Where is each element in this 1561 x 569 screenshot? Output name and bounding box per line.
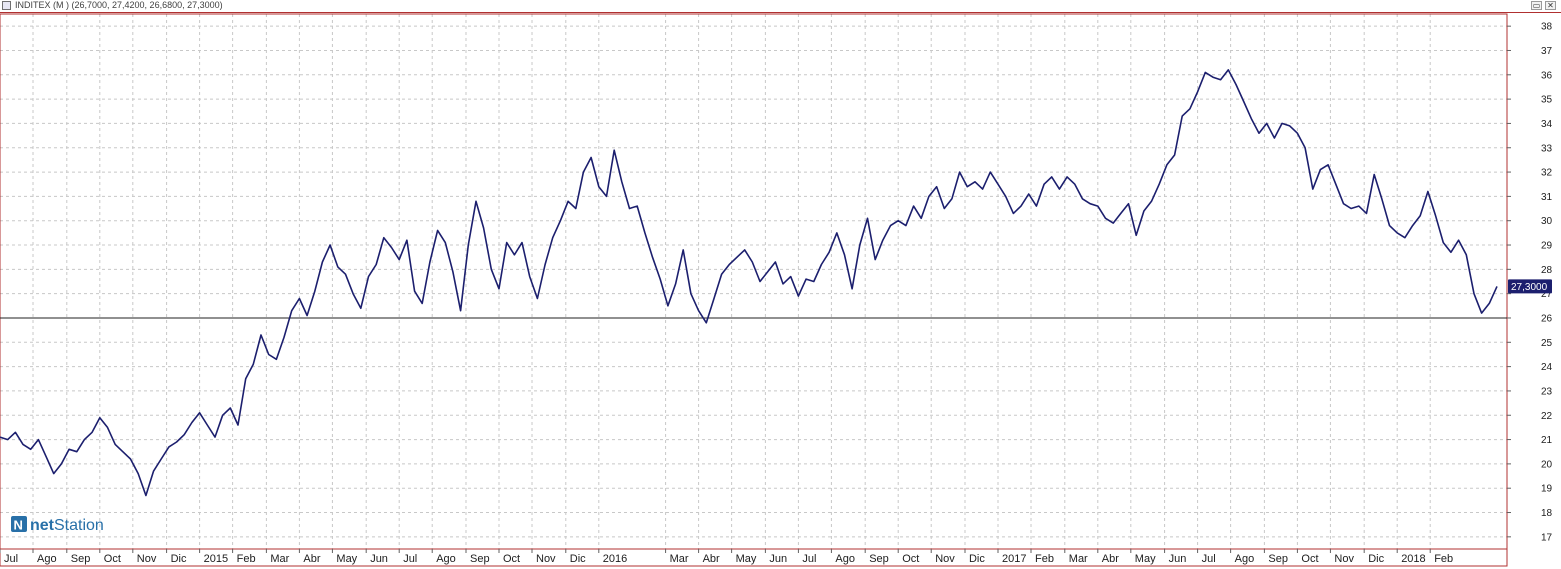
x-tick-label: May [736, 553, 757, 565]
x-tick-label: Jul [802, 553, 816, 565]
y-tick-label: 17 [1541, 532, 1553, 543]
x-tick-label: Dic [969, 553, 985, 565]
x-tick-label: Jun [370, 553, 388, 565]
y-tick-label: 36 [1541, 70, 1553, 81]
y-tick-label: 18 [1541, 508, 1553, 519]
x-tick-label: Jul [1202, 553, 1216, 565]
y-tick-label: 26 [1541, 313, 1553, 324]
x-tick-label: Feb [1434, 553, 1453, 565]
x-tick-label: Mar [670, 553, 689, 565]
y-tick-label: 37 [1541, 46, 1553, 57]
x-tick-label: Jul [4, 553, 18, 565]
x-tick-label: Nov [1334, 553, 1354, 565]
netstation-watermark: N netStation [11, 516, 104, 534]
y-tick-label: 35 [1541, 95, 1553, 106]
y-tick-label: 33 [1541, 143, 1553, 154]
last-price-label: 27,3000 [1508, 279, 1552, 294]
plot-frame [0, 13, 1508, 550]
x-tick-label: Jul [403, 553, 417, 565]
x-tick-label: Oct [1301, 553, 1318, 565]
x-tick-label: Ago [835, 553, 855, 565]
x-tick-label: Jun [769, 553, 787, 565]
x-tick-label: Feb [1035, 553, 1054, 565]
netstation-logo-letter: N [14, 518, 23, 533]
price-chart: 1718192021222324252627282930313233343536… [0, 13, 1553, 567]
netstation-brand-bold: net [30, 517, 55, 534]
x-tick-label: Ago [1235, 553, 1255, 565]
x-tick-label: Dic [171, 553, 187, 565]
netstation-brand-text: netStation [30, 517, 104, 534]
x-tick-label: Ago [37, 553, 57, 565]
x-tick-label: Abr [1102, 553, 1119, 565]
y-tick-label: 28 [1541, 265, 1553, 276]
x-tick-label: Oct [902, 553, 919, 565]
y-tick-label: 24 [1541, 362, 1553, 373]
y-tick-label: 38 [1541, 22, 1553, 33]
netstation-brand-rest: Station [54, 517, 104, 534]
y-tick-label: 23 [1541, 386, 1553, 397]
x-tick-label: Sep [1268, 553, 1288, 565]
series-line-inditex [0, 69, 1498, 497]
x-tick-label: Ago [436, 553, 456, 565]
x-tick-label: Sep [71, 553, 91, 565]
x-tick-label: 2015 [204, 553, 228, 565]
x-tick-label: 2018 [1401, 553, 1425, 565]
x-tick-label: 2016 [603, 553, 627, 565]
x-axis: Jul Ago Sep Oct Nov Dic 2015 Feb Mar Abr May Jun Jul… [0, 549, 1453, 565]
y-tick-label: 34 [1541, 119, 1553, 130]
x-tick-label: Abr [303, 553, 320, 565]
last-price-value: 27,3000 [1511, 282, 1548, 293]
y-tick-label: 31 [1541, 192, 1553, 203]
y-tick-label: 22 [1541, 411, 1553, 422]
x-tick-label: Dic [1368, 553, 1384, 565]
x-tick-label: Sep [470, 553, 490, 565]
x-tick-label: Abr [703, 553, 720, 565]
x-tick-label: Nov [137, 553, 157, 565]
x-tick-label: Dic [570, 553, 586, 565]
x-tick-label: Feb [237, 553, 256, 565]
x-tick-label: Oct [104, 553, 121, 565]
y-tick-label: 32 [1541, 168, 1553, 179]
chart-grid [0, 14, 1507, 549]
x-tick-label: Nov [935, 553, 955, 565]
x-tick-label: May [336, 553, 357, 565]
y-tick-label: 21 [1541, 435, 1553, 446]
x-tick-label: Sep [869, 553, 889, 565]
x-tick-label: Mar [1069, 553, 1088, 565]
y-tick-label: 25 [1541, 338, 1553, 349]
x-tick-label: Oct [503, 553, 520, 565]
y-tick-label: 30 [1541, 216, 1553, 227]
x-tick-label: 2017 [1002, 553, 1026, 565]
y-tick-label: 20 [1541, 459, 1553, 470]
x-tick-label: Jun [1169, 553, 1187, 565]
y-tick-label: 29 [1541, 241, 1553, 252]
x-tick-label: Mar [270, 553, 289, 565]
x-tick-label: Nov [536, 553, 556, 565]
y-tick-label: 19 [1541, 484, 1553, 495]
x-tick-label: May [1135, 553, 1156, 565]
